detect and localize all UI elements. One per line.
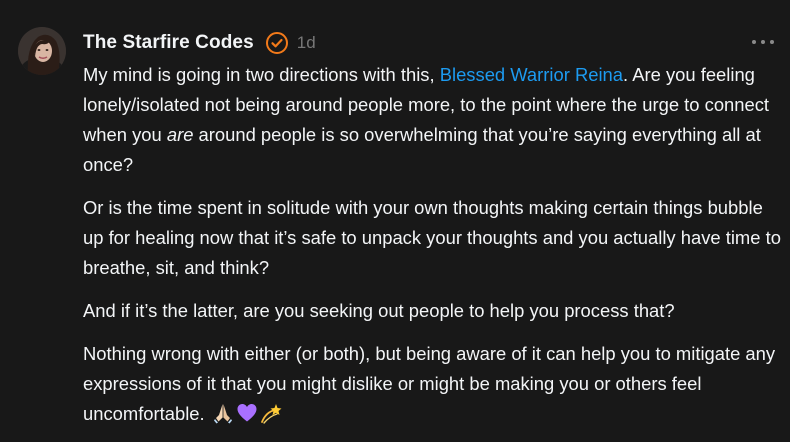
avatar-image: [18, 27, 66, 75]
post-header: The Starfire Codes 1d: [83, 30, 316, 56]
mention-link[interactable]: Blessed Warrior Reina: [440, 64, 623, 85]
paragraph-1: My mind is going in two directions with …: [83, 60, 783, 180]
emphasis-text: are: [166, 124, 194, 145]
avatar[interactable]: [18, 27, 66, 75]
post-timestamp[interactable]: 1d: [297, 33, 316, 53]
paragraph-text: Nothing wrong with either (or both), but…: [83, 343, 776, 424]
author-name[interactable]: The Starfire Codes: [83, 32, 254, 54]
paragraph-text: My mind is going in two directions with …: [83, 64, 440, 85]
verified-check-icon: [265, 31, 289, 55]
paragraph-4: Nothing wrong with either (or both), but…: [83, 339, 783, 429]
paragraph-2: Or is the time spent in solitude with yo…: [83, 197, 781, 278]
post-body: My mind is going in two directions with …: [83, 60, 783, 442]
thread-post: The Starfire Codes 1d My mind is going i…: [0, 0, 790, 424]
purple-heart-icon: [236, 402, 258, 424]
more-options-icon[interactable]: [752, 32, 774, 52]
emoji-group: [210, 403, 282, 424]
praying-hands-icon: [212, 402, 234, 424]
paragraph-3: And if it’s the latter, are you seeking …: [83, 300, 675, 321]
dizzy-star-icon: [260, 402, 282, 424]
